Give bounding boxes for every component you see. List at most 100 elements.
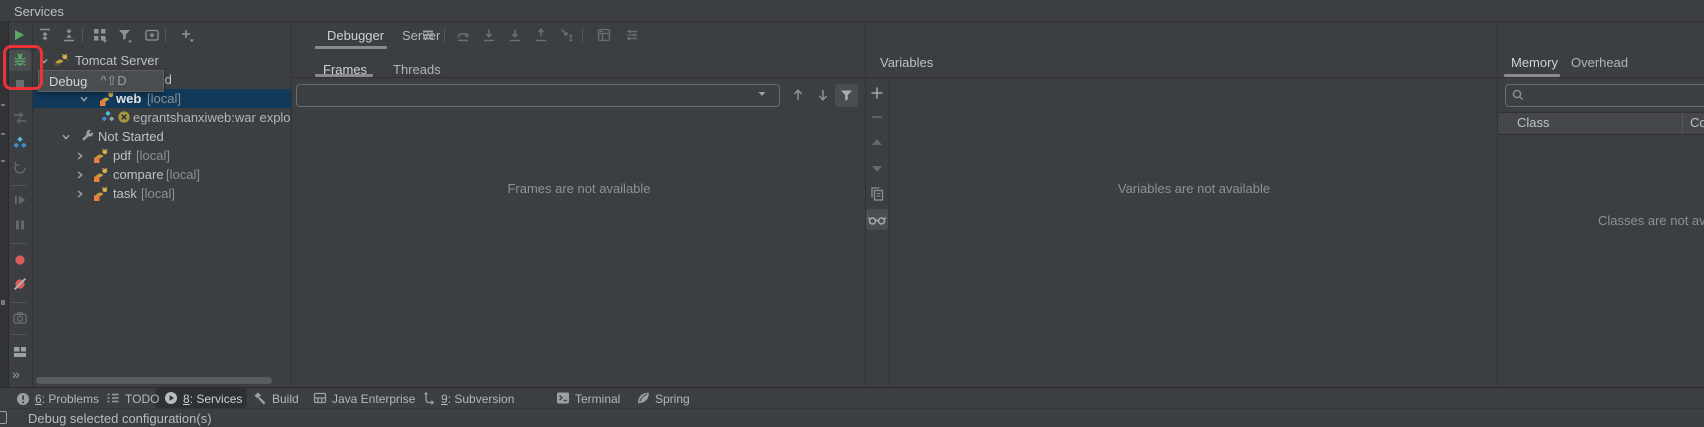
label: Spring (655, 392, 690, 406)
tomcat-config-icon (94, 186, 109, 201)
frame-up-button[interactable] (790, 87, 806, 103)
toolwindow-button-java-enterprise[interactable]: Java Enterprise (313, 391, 415, 407)
force-step-into-button[interactable] (507, 27, 523, 43)
tab-overhead[interactable]: Overhead (1571, 55, 1628, 70)
chevron-right-icon[interactable] (75, 189, 85, 199)
tree-node-label: pdf (113, 148, 131, 163)
divider (444, 28, 445, 42)
divider (889, 78, 890, 387)
thread-dump-camera-icon[interactable] (12, 310, 28, 326)
toolwindow-button-services[interactable]: 8: Services (164, 391, 242, 407)
chevron-down-icon[interactable] (756, 88, 768, 100)
tree-row-tomcat-server[interactable]: Tomcat Server (33, 51, 291, 70)
toolwindow-button-todo[interactable]: TODO (106, 391, 159, 407)
tomcat-icon (54, 53, 69, 68)
tomcat-config-icon (94, 167, 109, 182)
menu-hamburger-icon[interactable] (420, 27, 436, 43)
divider (1497, 22, 1498, 387)
memory-empty-message: Classes are not available (1598, 213, 1704, 228)
frame-down-button[interactable] (815, 87, 831, 103)
label: Build (272, 392, 299, 406)
divider (12, 302, 26, 303)
error-badge-icon (117, 110, 131, 124)
step-into-button[interactable] (481, 27, 497, 43)
evaluate-expression-button[interactable] (596, 27, 612, 43)
collapse-all-button[interactable] (61, 27, 77, 43)
attach-debugger-icon[interactable] (12, 110, 28, 126)
step-over-button[interactable] (455, 27, 471, 43)
toolwindow-button-spring[interactable]: Spring (636, 391, 690, 407)
add-watch-button[interactable] (869, 85, 885, 101)
chevron-right-icon[interactable] (75, 151, 85, 161)
step-out-button[interactable] (533, 27, 549, 43)
hide-frames-filter-button[interactable] (835, 84, 858, 107)
view-breakpoints-button[interactable] (12, 252, 28, 268)
hot-swap-icon[interactable] (12, 135, 28, 151)
frame-selector-combobox[interactable] (296, 84, 780, 107)
tree-node-label: Not Started (98, 129, 164, 144)
debug-bug-icon (12, 52, 28, 68)
divider (12, 334, 26, 335)
move-watch-up-button[interactable] (869, 135, 885, 151)
horizontal-scrollbar[interactable] (36, 377, 272, 384)
label: : Problems (42, 392, 99, 406)
tree-row-compare[interactable]: compare [local] (33, 165, 291, 184)
pause-button[interactable] (12, 217, 28, 233)
debug-button[interactable] (9, 50, 31, 71)
toolwindow-button-problems[interactable]: 6: Problems (16, 391, 99, 407)
column-divider[interactable] (1682, 112, 1683, 133)
tab-debugger[interactable]: Debugger (327, 28, 384, 43)
branch-icon (422, 391, 436, 408)
tree-row-task[interactable]: task [local] (33, 184, 291, 203)
debugger-settings-icon[interactable] (624, 27, 640, 43)
divider (0, 21, 1704, 22)
chevron-down-icon[interactable] (79, 94, 89, 104)
chevron-right-icon[interactable] (75, 170, 85, 180)
toolwindow-button-build[interactable]: Build (253, 391, 299, 407)
tree-row-war-artifact[interactable]: egrantshanxiweb:war exploded (33, 108, 291, 127)
todo-icon (106, 391, 120, 408)
toolwindow-button-terminal[interactable]: Terminal (556, 391, 620, 407)
mute-breakpoints-button[interactable] (12, 276, 28, 292)
filter-button[interactable] (117, 27, 133, 43)
add-button[interactable] (179, 27, 195, 43)
resume-button[interactable] (12, 192, 28, 208)
terminal-icon (556, 391, 570, 408)
tab-memory[interactable]: Memory (1511, 55, 1558, 70)
artifact-icon (101, 110, 115, 124)
run-button[interactable] (11, 27, 27, 43)
expand-all-button[interactable] (37, 27, 53, 43)
active-tab-underline (315, 46, 387, 49)
divider (865, 22, 866, 387)
tab-threads[interactable]: Threads (393, 62, 441, 77)
funnel-icon (839, 88, 854, 103)
tree-row-not-started-group[interactable]: Not Started (33, 127, 291, 146)
rerun-icon[interactable] (12, 160, 28, 176)
memory-search-input[interactable] (1505, 84, 1704, 107)
copy-watch-button[interactable] (869, 186, 885, 202)
move-watch-down-button[interactable] (869, 160, 885, 176)
column-header-count[interactable]: Count (1690, 115, 1704, 130)
java-enterprise-icon (313, 391, 327, 408)
edge-fragment (1, 300, 5, 305)
restore-layout-button[interactable] (12, 344, 28, 360)
variables-header: Variables (880, 55, 933, 70)
column-header-class[interactable]: Class (1517, 115, 1550, 130)
toolwindow-button-subversion[interactable]: 9: Subversion (422, 391, 514, 407)
stop-button[interactable] (12, 76, 28, 92)
mnemonic: 6 (35, 392, 42, 406)
window-edge-sliver (0, 22, 9, 387)
add-service-frame-button[interactable] (144, 27, 160, 43)
remove-watch-button[interactable] (869, 109, 885, 125)
more-actions-button[interactable]: » (12, 366, 20, 382)
group-by-button[interactable] (92, 27, 108, 43)
status-message: Debug selected configuration(s) (28, 411, 212, 426)
chevron-down-icon[interactable] (39, 56, 49, 66)
label: Terminal (575, 392, 620, 406)
run-to-cursor-button[interactable] (559, 27, 575, 43)
chevron-down-icon[interactable] (61, 132, 71, 142)
mnemonic: 9 (441, 392, 448, 406)
label: TODO (125, 392, 159, 406)
tree-row-pdf[interactable]: pdf [local] (33, 146, 291, 165)
show-watches-button[interactable] (866, 209, 888, 230)
